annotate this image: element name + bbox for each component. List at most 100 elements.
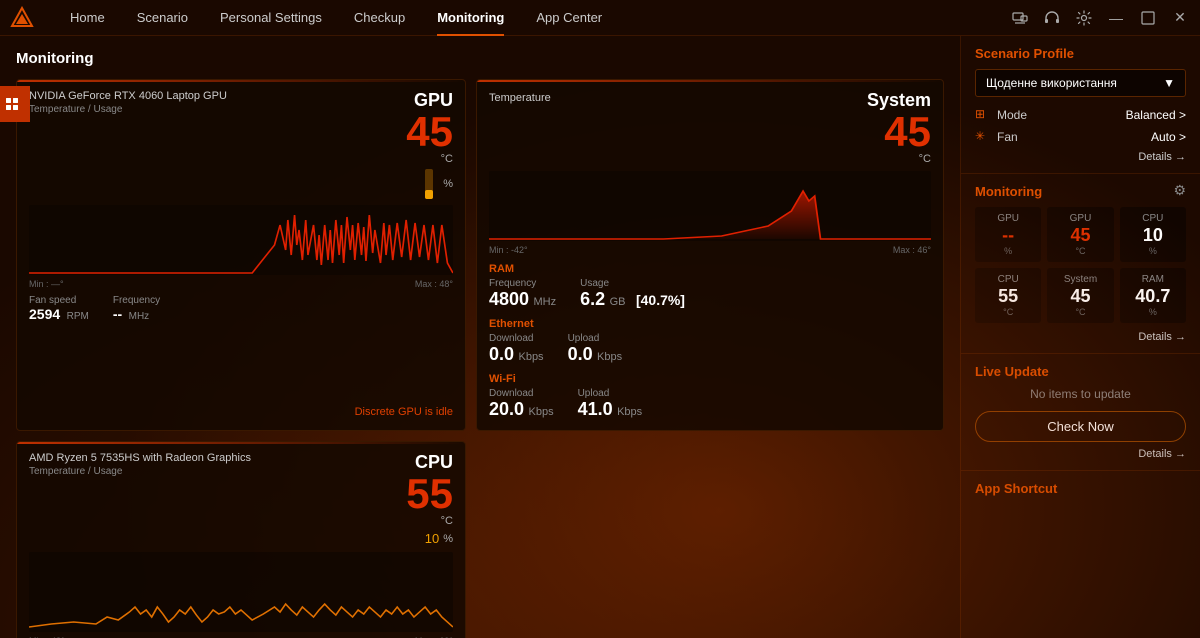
- nav-monitoring[interactable]: Monitoring: [421, 0, 520, 36]
- monitoring-section-title: Monitoring: [975, 184, 1042, 199]
- rog-logo: [10, 6, 34, 30]
- ethernet-section-title: Ethernet: [489, 318, 931, 330]
- eth-dl-block: Download 0.0 Kbps: [489, 333, 544, 365]
- gpu-frequency: Frequency -- MHz: [113, 295, 160, 324]
- nav-scenario[interactable]: Scenario: [121, 0, 204, 36]
- gpu-graph-min: Min : —°: [29, 279, 64, 289]
- nav-checkup[interactable]: Checkup: [338, 0, 421, 36]
- mon-cell-cpu-temp: CPU 55 °C: [975, 268, 1041, 323]
- gpu-pct-unit: %: [443, 178, 453, 190]
- close-icon[interactable]: ✕: [1170, 8, 1190, 28]
- mon-cpu-pct-unit: %: [1128, 246, 1178, 256]
- cpu-card-header: AMD Ryzen 5 7535HS with Radeon Graphics …: [29, 452, 453, 546]
- mon-cpu-temp-value: 55: [983, 287, 1033, 307]
- main-content: Monitoring NVIDIA GeForce RTX 4060 Lapto…: [0, 36, 1200, 638]
- system-graph-max: Max : 46°: [893, 245, 931, 255]
- cpu-pct-value: 10: [425, 531, 439, 546]
- monitor-row-top: NVIDIA GeForce RTX 4060 Laptop GPU Tempe…: [16, 79, 944, 431]
- profile-fan-row: ✳ Fan Auto >: [975, 129, 1186, 145]
- mon-gpu-temp-unit: °C: [1055, 246, 1105, 256]
- monitoring-grid: GPU -- % GPU 45 °C CPU 10 % CPU 55 °: [975, 207, 1186, 323]
- settings-icon[interactable]: [1074, 8, 1094, 28]
- mon-gpu-temp-value: 45: [1055, 226, 1105, 246]
- profile-mode-left: ⊞ Mode: [975, 107, 1027, 123]
- fan-icon: ✳: [975, 129, 991, 145]
- ram-freq-block: Frequency 4800 MHz: [489, 278, 556, 310]
- profile-fan-value[interactable]: Auto >: [1151, 130, 1186, 144]
- gpu-card-header: NVIDIA GeForce RTX 4060 Laptop GPU Tempe…: [29, 90, 453, 199]
- mon-ram-pct-unit: %: [1128, 307, 1178, 317]
- profile-dropdown[interactable]: Щоденне використання ▼: [975, 69, 1186, 97]
- ram-section-title: RAM: [489, 263, 931, 275]
- mon-ram-pct-value: 40.7: [1128, 287, 1178, 307]
- ram-usage-pct: [40.7%]: [636, 292, 685, 308]
- headset-icon[interactable]: [1042, 8, 1062, 28]
- mon-ram-pct-label: RAM: [1128, 274, 1178, 285]
- wifi-ul-block: Upload 41.0 Kbps: [578, 388, 643, 420]
- ram-usage-block: Usage 6.2 GB [40.7%]: [580, 278, 685, 310]
- gpu-idle-note: Discrete GPU is idle: [355, 406, 453, 418]
- no-items-text: No items to update: [975, 387, 1186, 401]
- mon-system-temp-unit: °C: [1055, 307, 1105, 317]
- cpu-device-sub: Temperature / Usage: [29, 466, 251, 477]
- mon-gpu-pct-unit: %: [983, 246, 1033, 256]
- wifi-section-title: Wi-Fi: [489, 373, 931, 385]
- monitoring-settings-icon[interactable]: ⚙: [1173, 182, 1186, 199]
- page-title: Monitoring: [16, 50, 944, 67]
- check-now-button[interactable]: Check Now: [975, 411, 1186, 442]
- nav-app-center[interactable]: App Center: [520, 0, 618, 36]
- nav-bar: Home Scenario Personal Settings Checkup …: [54, 0, 1010, 36]
- system-card-header: Temperature System 45 °C: [489, 90, 931, 165]
- mon-cpu-pct-label: CPU: [1128, 213, 1178, 224]
- system-temp-value: 45: [867, 111, 931, 153]
- devices-icon[interactable]: [1010, 8, 1030, 28]
- gpu-graph-max: Max : 48°: [415, 279, 453, 289]
- app-shortcut-section: App Shortcut: [961, 471, 1200, 512]
- gpu-graph-labels: Min : —° Max : 48°: [29, 279, 453, 289]
- mon-system-temp-value: 45: [1055, 287, 1105, 307]
- dropdown-arrow-icon: ▼: [1163, 76, 1175, 90]
- profile-mode-label: Mode: [997, 108, 1027, 122]
- right-sidebar: Scenario Profile Щоденне використання ▼ …: [960, 36, 1200, 638]
- expand-sidebar-button[interactable]: [0, 86, 30, 122]
- profile-dropdown-value: Щоденне використання: [986, 76, 1117, 90]
- monitor-cards: NVIDIA GeForce RTX 4060 Laptop GPU Tempe…: [16, 79, 944, 638]
- gpu-card: NVIDIA GeForce RTX 4060 Laptop GPU Tempe…: [16, 79, 466, 431]
- ethernet-section-row: Download 0.0 Kbps Upload 0.0 Kbps: [489, 333, 931, 365]
- system-temp-label: Temperature: [489, 92, 551, 104]
- live-update-details-link[interactable]: Details →: [975, 448, 1186, 460]
- system-graph-min: Min : -42°: [489, 245, 528, 255]
- nav-personal-settings[interactable]: Personal Settings: [204, 0, 338, 36]
- system-graph-labels: Min : -42° Max : 46°: [489, 245, 931, 255]
- live-update-title: Live Update: [975, 364, 1186, 379]
- gpu-device-name: NVIDIA GeForce RTX 4060 Laptop GPU: [29, 90, 227, 102]
- mon-gpu-temp-label: GPU: [1055, 213, 1105, 224]
- app-shortcut-title: App Shortcut: [975, 481, 1186, 496]
- minimize-icon[interactable]: —: [1106, 8, 1126, 28]
- mon-cpu-temp-unit: °C: [983, 307, 1033, 317]
- ram-section-row: Frequency 4800 MHz Usage 6.2 GB [40.7%]: [489, 278, 931, 310]
- mon-cell-gpu-temp: GPU 45 °C: [1047, 207, 1113, 262]
- gpu-device-sub: Temperature / Usage: [29, 104, 227, 115]
- scenario-details-link[interactable]: Details →: [975, 151, 1186, 163]
- wifi-section-row: Download 20.0 Kbps Upload 41.0 Kbps: [489, 388, 931, 420]
- window-controls: — ✕: [1010, 8, 1190, 28]
- mon-cell-cpu-pct: CPU 10 %: [1120, 207, 1186, 262]
- live-update-section: Live Update No items to update Check Now…: [961, 354, 1200, 471]
- system-card: Temperature System 45 °C: [476, 79, 944, 431]
- gpu-fan-speed: Fan speed 2594 RPM: [29, 295, 89, 324]
- cpu-graph: [29, 552, 453, 632]
- system-sections: RAM Frequency 4800 MHz Usage 6.2 GB: [489, 263, 931, 420]
- gpu-graph: [29, 205, 453, 275]
- monitoring-section: Monitoring ⚙ GPU -- % GPU 45 °C CPU 10 %: [961, 174, 1200, 354]
- profile-mode-value[interactable]: Balanced >: [1126, 108, 1186, 122]
- nav-home[interactable]: Home: [54, 0, 121, 36]
- gpu-card-footer: Fan speed 2594 RPM Frequency -- MHz: [29, 295, 453, 324]
- mon-system-temp-label: System: [1055, 274, 1105, 285]
- monitoring-details-link[interactable]: Details →: [975, 331, 1186, 343]
- mon-cell-system-temp: System 45 °C: [1047, 268, 1113, 323]
- titlebar: Home Scenario Personal Settings Checkup …: [0, 0, 1200, 36]
- maximize-icon[interactable]: [1138, 8, 1158, 28]
- mode-grid-icon: ⊞: [975, 107, 991, 123]
- scenario-profile-title: Scenario Profile: [975, 46, 1186, 61]
